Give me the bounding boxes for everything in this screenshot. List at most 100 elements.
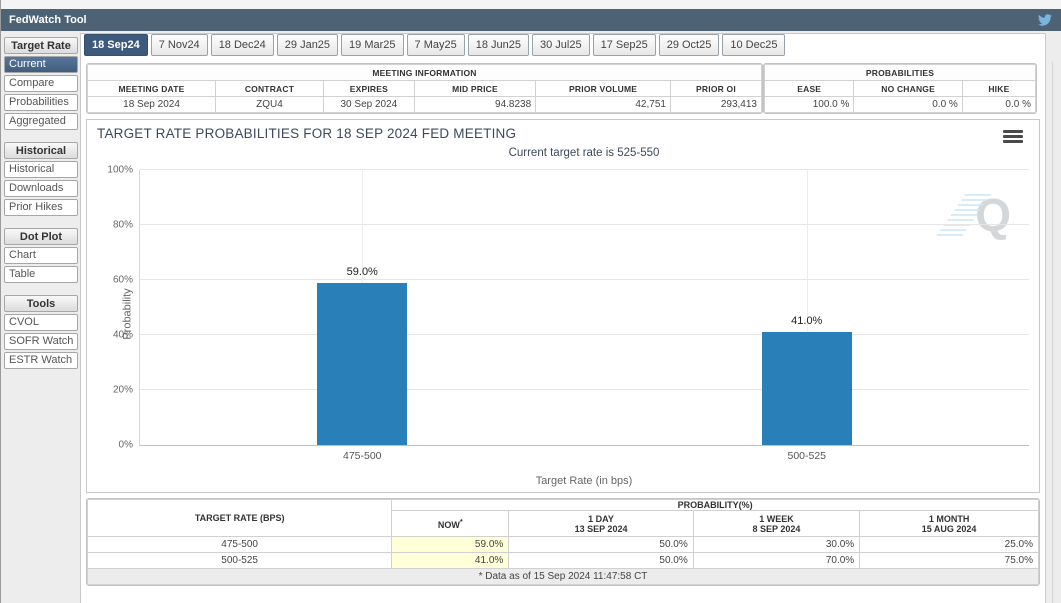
y-tick-label: 20% <box>113 385 133 396</box>
hike-value: 0.0 % <box>962 97 1035 113</box>
bar-475-500[interactable] <box>317 283 407 445</box>
tab-10-dec25[interactable]: 10 Dec25 <box>722 34 785 56</box>
y-tick-label: 80% <box>113 220 133 231</box>
tab-18-dec24[interactable]: 18 Dec24 <box>211 34 274 56</box>
gridline <box>140 334 1029 335</box>
col-1-week: 1 WEEK8 SEP 2024 <box>693 511 859 537</box>
sidebar-item-cvol[interactable]: CVOL <box>4 314 78 331</box>
now-asterisk: * <box>460 517 463 526</box>
1-month-probability-cell: 75.0% <box>860 553 1039 569</box>
sidebar-item-aggregated[interactable]: Aggregated <box>4 113 78 130</box>
y-tick-label: 0% <box>119 440 133 451</box>
1-day-probability-cell: 50.0% <box>509 553 693 569</box>
bar-value-label: 59.0% <box>347 266 378 278</box>
twitter-icon[interactable] <box>1037 13 1053 27</box>
meeting-information-panel: MEETING INFORMATION MEETING DATE CONTRAC… <box>86 63 763 114</box>
top-strip <box>1 0 1061 9</box>
probability-history-table: TARGET RATE (BPS) PROBABILITY(%) NOW* 1 … <box>87 499 1039 585</box>
fedwatch-app: FedWatch Tool Target Rate Current Compar… <box>0 0 1061 603</box>
meeting-info-title: MEETING INFORMATION <box>88 65 762 81</box>
tab-30-jul25[interactable]: 30 Jul25 <box>532 34 590 56</box>
y-tick-label: 60% <box>113 275 133 286</box>
app-title: FedWatch Tool <box>9 14 87 26</box>
sidebar-item-current[interactable]: Current <box>4 56 78 73</box>
sidebar-item-estr-watch[interactable]: ESTR Watch <box>4 352 78 369</box>
tab-7-may25[interactable]: 7 May25 <box>407 34 465 56</box>
chart-subtitle: Current target rate is 525-550 <box>139 147 1029 159</box>
sidebar: Target Rate Current Compare Probabilitie… <box>1 35 80 603</box>
col-now: NOW* <box>392 511 509 537</box>
data-as-of-row: * Data as of 15 Sep 2024 11:47:58 CT <box>88 569 1039 585</box>
now-probability-cell: 41.0% <box>392 553 509 569</box>
sidebar-section-dot-plot: Dot Plot <box>4 228 78 245</box>
gridline <box>140 224 1029 225</box>
sidebar-gap <box>4 218 78 228</box>
ease-value: 100.0 % <box>765 97 854 113</box>
x-category-label: 500-525 <box>787 450 826 462</box>
meeting-date-tabs: 18 Sep24 7 Nov24 18 Dec24 29 Jan25 19 Ma… <box>84 34 785 56</box>
main-panel: MEETING INFORMATION MEETING DATE CONTRAC… <box>80 33 1046 603</box>
window-edge-line <box>1052 62 1053 603</box>
sidebar-item-compare[interactable]: Compare <box>4 75 78 92</box>
col-prior-volume: PRIOR VOLUME <box>536 81 671 97</box>
col-expires: EXPIRES <box>323 81 414 97</box>
content: Target Rate Current Compare Probabilitie… <box>1 31 1061 603</box>
probabilities-panel: PROBABILITIES EASE NO CHANGE HIKE 100.0 … <box>763 63 1037 114</box>
sidebar-gap <box>4 132 78 142</box>
contract-value: ZQU4 <box>216 97 324 113</box>
target-rate-cell: 500-525 <box>88 553 392 569</box>
col-contract: CONTRACT <box>216 81 324 97</box>
1-week-probability-cell: 70.0% <box>693 553 859 569</box>
summary-tables-row: MEETING INFORMATION MEETING DATE CONTRAC… <box>86 63 1040 114</box>
probabilities-summary-table: PROBABILITIES EASE NO CHANGE HIKE 100.0 … <box>764 64 1036 113</box>
tab-18-jun25[interactable]: 18 Jun25 <box>468 34 529 56</box>
probabilities-title: PROBABILITIES <box>765 65 1036 81</box>
meeting-information-table: MEETING INFORMATION MEETING DATE CONTRAC… <box>87 64 762 113</box>
probability-history-panel: TARGET RATE (BPS) PROBABILITY(%) NOW* 1 … <box>86 498 1040 586</box>
y-tick-label: 40% <box>113 330 133 341</box>
chart-menu-icon[interactable] <box>1003 130 1023 145</box>
mid-price-value: 94.8238 <box>414 97 535 113</box>
title-bar: FedWatch Tool <box>1 9 1061 31</box>
tab-19-mar25[interactable]: 19 Mar25 <box>341 34 403 56</box>
1-month-probability-cell: 25.0% <box>860 537 1039 553</box>
quikstrike-watermark: Q <box>975 192 1011 238</box>
no-change-value: 0.0 % <box>854 97 962 113</box>
tab-18-sep24[interactable]: 18 Sep24 <box>84 34 148 56</box>
1-day-probability-cell: 50.0% <box>509 537 693 553</box>
sidebar-item-chart[interactable]: Chart <box>4 247 78 264</box>
col-probability-pct: PROBABILITY(%) <box>392 500 1039 511</box>
prior-volume-value: 42,751 <box>536 97 671 113</box>
sidebar-gap <box>4 285 78 295</box>
col-ease: EASE <box>765 81 854 97</box>
sidebar-item-historical[interactable]: Historical <box>4 161 78 178</box>
bar-500-525[interactable] <box>762 332 852 445</box>
tab-29-oct25[interactable]: 29 Oct25 <box>659 34 720 56</box>
1-week-probability-cell: 30.0% <box>693 537 859 553</box>
tab-29-jan25[interactable]: 29 Jan25 <box>277 34 338 56</box>
gridline <box>140 389 1029 390</box>
sidebar-item-probabilities[interactable]: Probabilities <box>4 94 78 111</box>
y-tick-label: 100% <box>107 165 133 176</box>
meeting-date-value: 18 Sep 2024 <box>88 97 216 113</box>
chart-title: TARGET RATE PROBABILITIES FOR 18 SEP 202… <box>97 126 516 141</box>
bar-value-label: 41.0% <box>791 315 822 327</box>
chart-panel: TARGET RATE PROBABILITIES FOR 18 SEP 202… <box>86 119 1040 493</box>
table-row: 475-500 59.0% 50.0% 30.0% 25.0% <box>88 537 1039 553</box>
sidebar-section-tools: Tools <box>4 295 78 312</box>
col-hike: HIKE <box>962 81 1035 97</box>
col-mid-price: MID PRICE <box>414 81 535 97</box>
prior-oi-value: 293,413 <box>670 97 761 113</box>
sidebar-item-table[interactable]: Table <box>4 266 78 283</box>
sidebar-section-target-rate: Target Rate <box>4 37 78 54</box>
col-target-rate-bps: TARGET RATE (BPS) <box>88 500 392 537</box>
sidebar-item-downloads[interactable]: Downloads <box>4 180 78 197</box>
data-as-of-note: * Data as of 15 Sep 2024 11:47:58 CT <box>88 569 1039 585</box>
sidebar-item-sofr-watch[interactable]: SOFR Watch <box>4 333 78 350</box>
sidebar-item-prior-hikes[interactable]: Prior Hikes <box>4 199 78 216</box>
col-1-month: 1 MONTH15 AUG 2024 <box>860 511 1039 537</box>
now-probability-cell: 59.0% <box>392 537 509 553</box>
tab-17-sep25[interactable]: 17 Sep25 <box>593 34 656 56</box>
col-no-change: NO CHANGE <box>854 81 962 97</box>
tab-7-nov24[interactable]: 7 Nov24 <box>151 34 208 56</box>
